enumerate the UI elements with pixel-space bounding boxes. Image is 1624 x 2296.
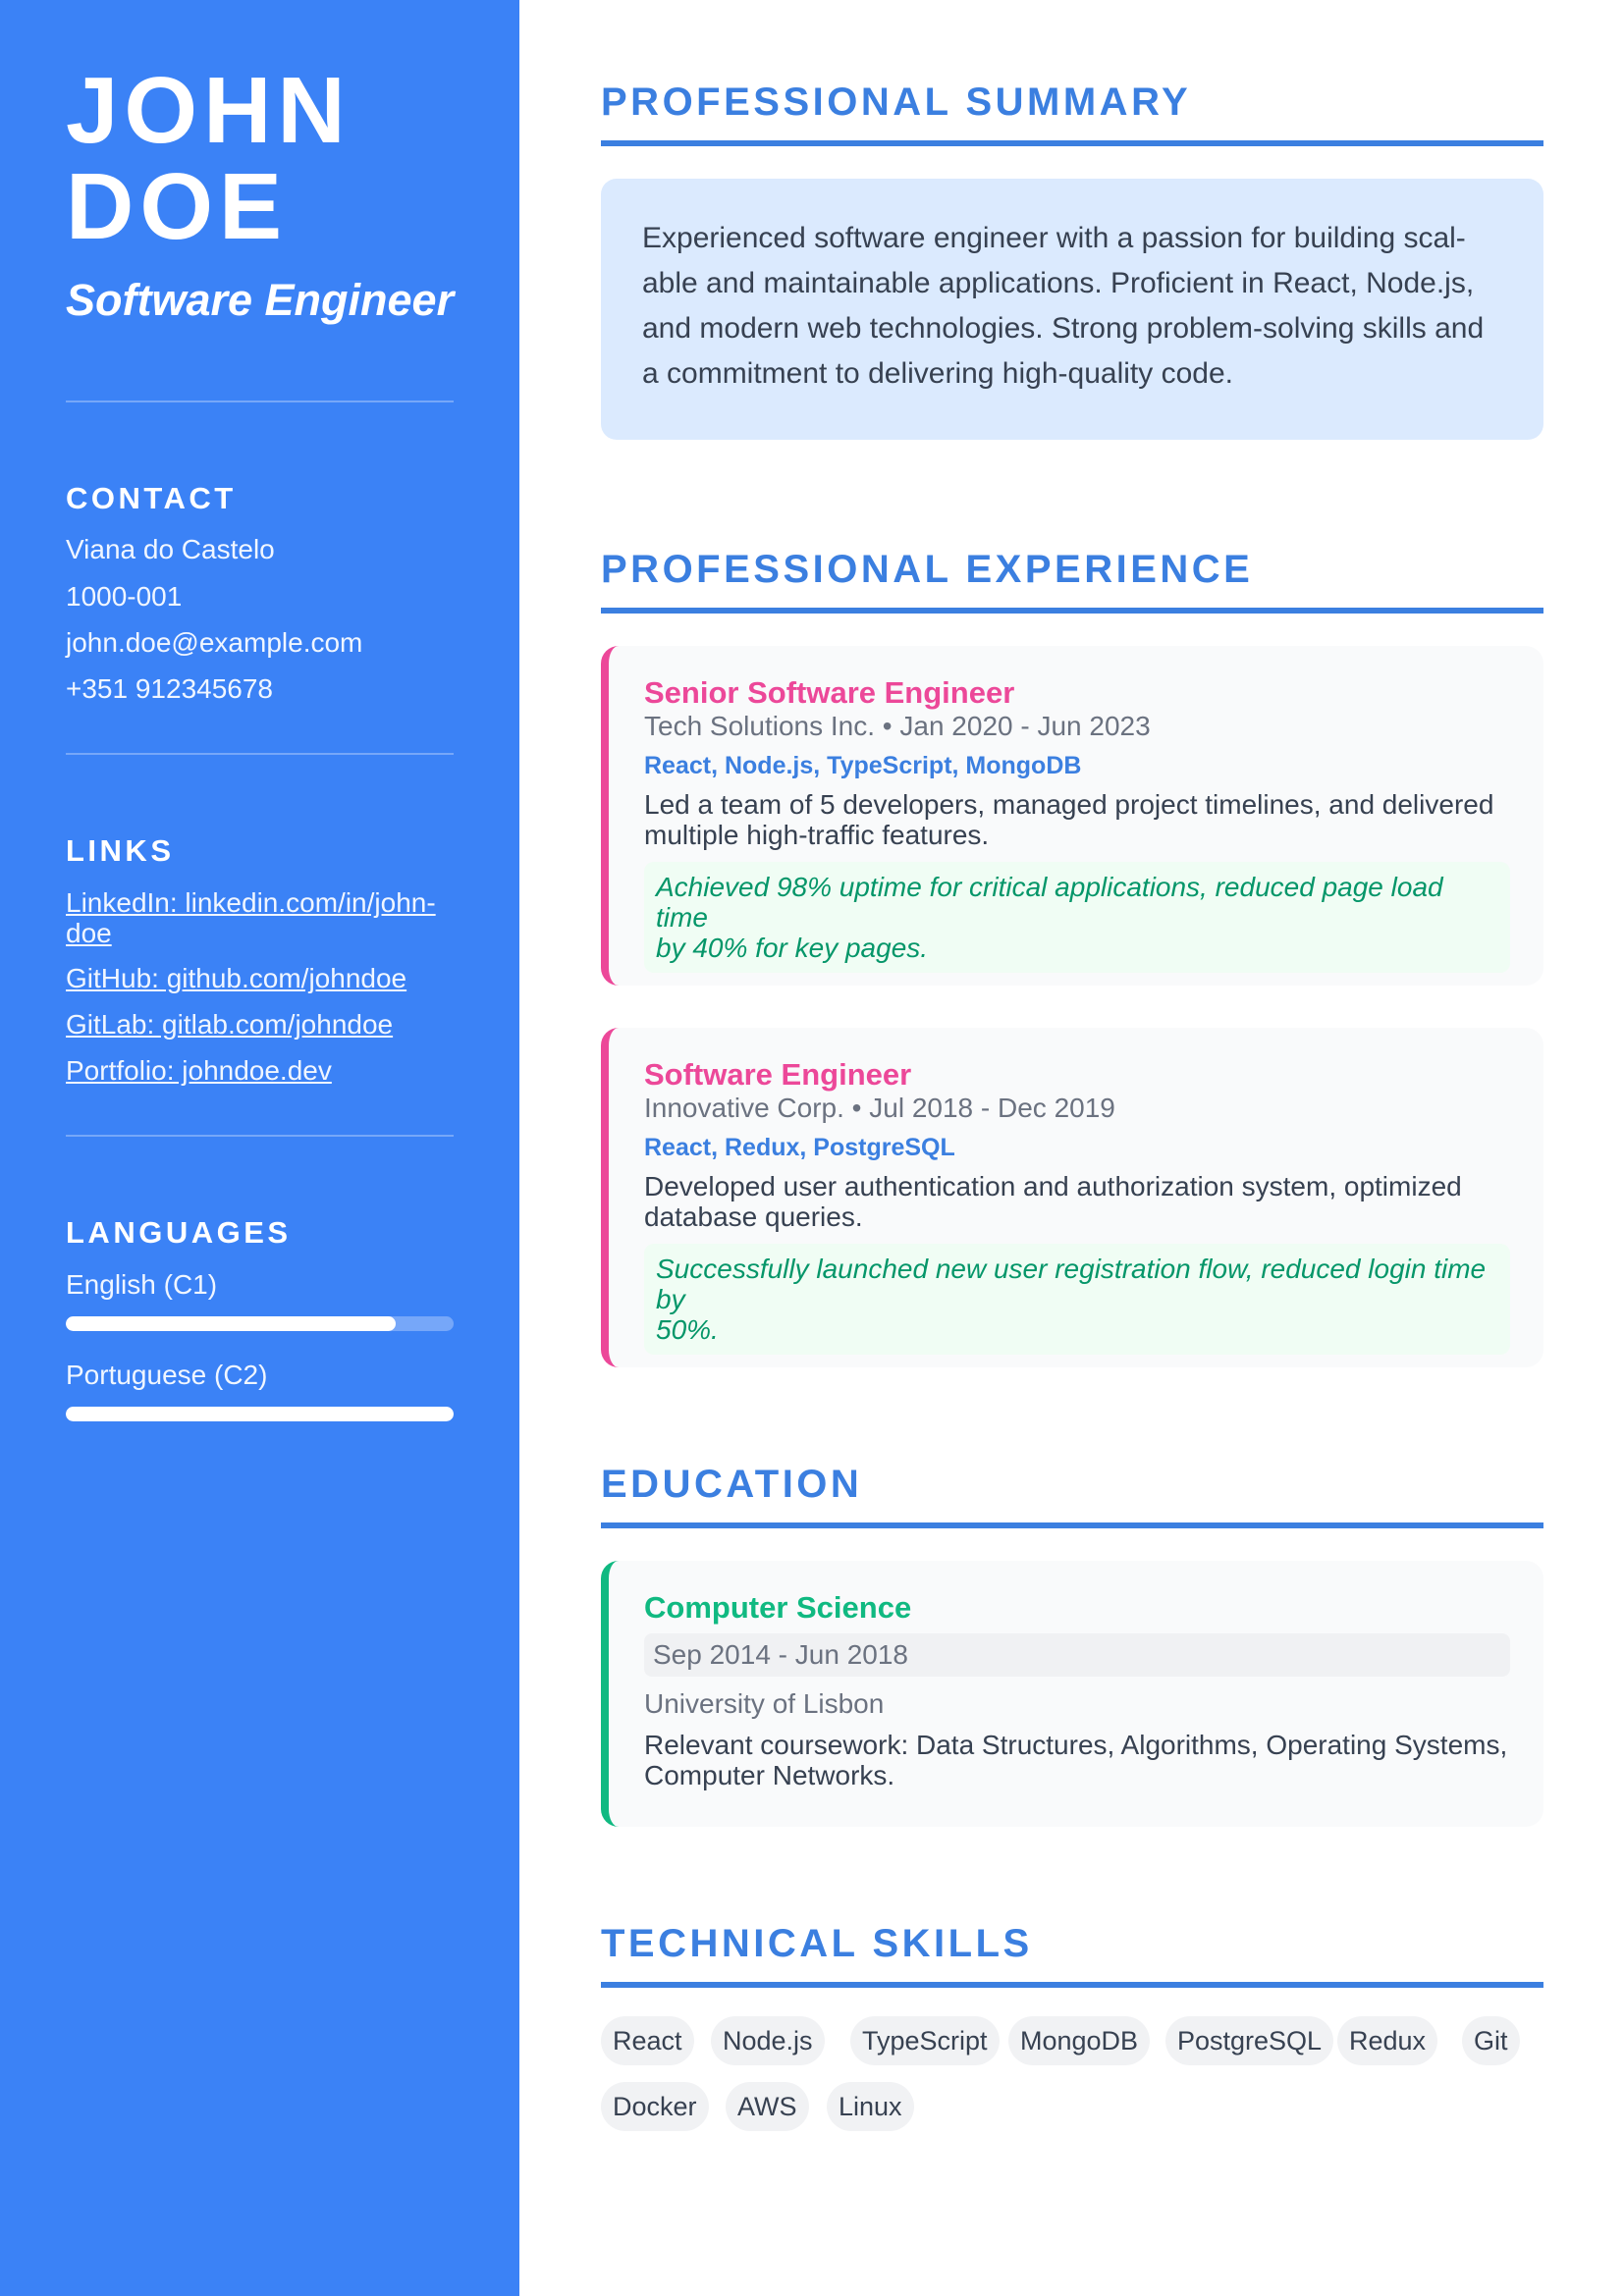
job-meta: Tech Solutions Inc. • Jan 2020 - Jun 202…: [644, 711, 1151, 741]
sidebar: JOHN DOE Software Engineer CONTACT Viana…: [0, 0, 519, 2296]
skill-chip: TypeScript: [850, 2016, 1000, 2065]
job-achievement-line: by 40% for key pages.: [656, 933, 929, 963]
job-title: Senior Software Engineer: [644, 675, 1015, 710]
candidate-name: JOHN DOE: [66, 63, 352, 255]
summary-line: Experienced software engineer with a pas…: [642, 222, 1466, 254]
job-description: Led a team of 5 developers, managed proj…: [644, 789, 1510, 850]
contact-email: john.doe@example.com: [66, 627, 363, 658]
language-portuguese-bar: [66, 1407, 454, 1421]
job-achievement: Achieved 98% uptime for critical applica…: [644, 862, 1510, 973]
education-dates: Sep 2014 - Jun 2018: [644, 1633, 1510, 1677]
link-gitlab[interactable]: GitLab: gitlab.com/johndoe: [66, 1009, 459, 1040]
contact-location: Viana do Castelo: [66, 534, 275, 564]
education-description-line: Computer Networks.: [644, 1760, 895, 1790]
skill-chip: Linux: [827, 2082, 914, 2131]
job-tech: React, Node.js, TypeScript, MongoDB: [644, 752, 1082, 779]
sidebar-divider: [66, 753, 454, 755]
education-description-line: Relevant coursework: Data Structures, Al…: [644, 1730, 1508, 1760]
job-description-line: database queries.: [644, 1201, 863, 1232]
skills-heading: TECHNICAL SKILLS: [601, 1922, 1033, 1965]
education-card: Computer Science Sep 2014 - Jun 2018 Uni…: [601, 1561, 1543, 1827]
language-english-label: English (C1): [66, 1269, 218, 1300]
job-description: Developed user authentication and author…: [644, 1171, 1510, 1232]
experience-card: Software Engineer Innovative Corp. • Jul…: [601, 1028, 1543, 1367]
sidebar-divider: [66, 1135, 454, 1137]
contact-phone: +351 912345678: [66, 673, 273, 704]
links-heading: LINKS: [66, 833, 175, 868]
language-english-fill: [66, 1316, 396, 1331]
summary-heading: PROFESSIONAL SUMMARY: [601, 80, 1192, 124]
job-achievement-line: 50%.: [656, 1314, 719, 1345]
degree-title: Computer Science: [644, 1590, 912, 1625]
education-description: Relevant coursework: Data Structures, Al…: [644, 1730, 1510, 1790]
link-portfolio[interactable]: Portfolio: johndoe.dev: [66, 1055, 459, 1086]
job-description-line: multiple high-traffic features.: [644, 820, 990, 850]
experience-heading: PROFESSIONAL EXPERIENCE: [601, 548, 1254, 591]
skill-chip: PostgreSQL: [1165, 2016, 1334, 2065]
section-rule: [601, 1522, 1543, 1528]
job-description-line: Led a team of 5 developers, managed proj…: [644, 789, 1494, 820]
link-linkedin-line1: LinkedIn: linkedin.com/in/john-: [66, 887, 436, 918]
job-meta: Innovative Corp. • Jul 2018 - Dec 2019: [644, 1093, 1115, 1123]
section-rule: [601, 608, 1543, 614]
skill-chip: Redux: [1337, 2016, 1438, 2065]
job-title: Software Engineer: [644, 1057, 912, 1092]
skill-chip: MongoDB: [1008, 2016, 1151, 2065]
skill-chip: Node.js: [711, 2016, 825, 2065]
job-achievement-line: Successfully launched new user registrat…: [656, 1254, 1487, 1314]
link-linkedin-line2: doe: [66, 918, 112, 948]
languages-heading: LANGUAGES: [66, 1215, 292, 1250]
education-heading: EDUCATION: [601, 1463, 863, 1506]
skill-chip: Docker: [601, 2082, 709, 2131]
contact-heading: CONTACT: [66, 481, 237, 515]
summary-line: able and maintainable applications. Prof…: [642, 267, 1475, 299]
first-name: JOHN: [66, 58, 352, 163]
summary-line: a commitment to delivering high-quality …: [642, 357, 1233, 390]
candidate-role: Software Engineer: [66, 275, 455, 325]
contact-postal: 1000-001: [66, 581, 183, 612]
link-github[interactable]: GitHub: github.com/johndoe: [66, 963, 459, 993]
summary-line: and modern web technologies. Strong prob…: [642, 312, 1485, 345]
job-achievement: Successfully launched new user registrat…: [644, 1244, 1510, 1355]
sidebar-divider: [66, 400, 454, 402]
last-name: DOE: [66, 154, 289, 259]
skill-chip: React: [601, 2016, 694, 2065]
language-portuguese-fill: [66, 1407, 454, 1421]
job-achievement-line: Achieved 98% uptime for critical applica…: [656, 872, 1443, 933]
experience-card: Senior Software Engineer Tech Solutions …: [601, 646, 1543, 986]
language-english-bar: [66, 1316, 454, 1331]
skill-chip: Git: [1462, 2016, 1520, 2065]
skill-chip: AWS: [726, 2082, 809, 2131]
summary-box: Experienced software engineer with a pas…: [601, 179, 1543, 440]
section-rule: [601, 1982, 1543, 1988]
link-linkedin[interactable]: LinkedIn: linkedin.com/in/john- doe: [66, 887, 459, 948]
education-school: University of Lisbon: [644, 1688, 885, 1719]
job-tech: React, Redux, PostgreSQL: [644, 1134, 955, 1161]
job-description-line: Developed user authentication and author…: [644, 1171, 1462, 1201]
language-portuguese-label: Portuguese (C2): [66, 1360, 268, 1390]
section-rule: [601, 140, 1543, 146]
